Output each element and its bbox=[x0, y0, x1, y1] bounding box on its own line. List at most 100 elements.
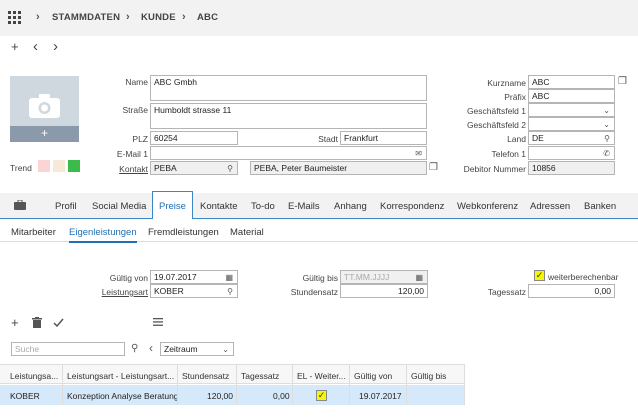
breadcrumb-item-stammdaten[interactable]: STAMMDATEN bbox=[52, 12, 120, 23]
col-header-leistungsart[interactable]: Leistungsa... bbox=[10, 371, 58, 381]
name-label: Name bbox=[125, 77, 148, 87]
calendar-icon[interactable]: ▦ bbox=[415, 272, 423, 283]
zeitraum-select[interactable]: Zeitraum ⌄ bbox=[160, 342, 234, 356]
col-header-leistungsart-name[interactable]: Leistungsart - Leistungsart... bbox=[67, 371, 174, 381]
col-header-gueltig-bis[interactable]: Gültig bis bbox=[411, 371, 446, 381]
telefon-field[interactable]: ✆ bbox=[528, 146, 615, 160]
search-icon[interactable]: ⚲ bbox=[227, 286, 233, 297]
tagessatz-label: Tagessatz bbox=[487, 287, 526, 297]
sub-tabs: Mitarbeiter Eigenleistungen Fremdleistun… bbox=[0, 220, 638, 243]
column-divider[interactable] bbox=[62, 364, 63, 405]
email-field[interactable]: ✉ bbox=[150, 146, 427, 160]
stundensatz-field[interactable]: 120,00 bbox=[340, 284, 428, 298]
name-field[interactable]: ABC Gmbh bbox=[150, 75, 427, 101]
column-divider[interactable] bbox=[177, 364, 178, 405]
gueltig-bis-label: Gültig bis bbox=[302, 273, 338, 283]
trash-icon[interactable] bbox=[32, 317, 42, 328]
kontakt-field[interactable]: PEBA ⚲ bbox=[150, 161, 238, 175]
chevron-left-icon[interactable]: ‹ bbox=[149, 341, 153, 355]
breadcrumb-item-abc: ABC bbox=[197, 12, 219, 23]
strasse-field[interactable]: Humboldt strasse 11 bbox=[150, 103, 427, 129]
briefcase-icon[interactable] bbox=[14, 199, 26, 213]
column-divider[interactable] bbox=[464, 364, 465, 405]
chevron-right-icon: › bbox=[126, 11, 130, 23]
subtab-fremdleistungen[interactable]: Fremdleistungen bbox=[148, 227, 219, 238]
stadt-field[interactable]: Frankfurt bbox=[340, 131, 427, 145]
tab-emails[interactable]: E-Mails bbox=[288, 201, 320, 212]
debitor-label: Debitor Nummer bbox=[463, 164, 526, 174]
cell-leistungsart: KOBER bbox=[10, 391, 40, 401]
forward-icon[interactable]: › bbox=[53, 38, 58, 55]
chevron-down-icon[interactable]: ⌄ bbox=[222, 344, 229, 355]
col-header-tagessatz[interactable]: Tagessatz bbox=[241, 371, 279, 381]
trend-label: Trend bbox=[10, 163, 32, 173]
chevron-down-icon[interactable]: ⌄ bbox=[603, 119, 610, 130]
geschaeftsfeld-2-label: Geschäftsfeld 2 bbox=[466, 120, 526, 130]
tab-preise[interactable]: Preise bbox=[152, 191, 193, 219]
gueltig-bis-field[interactable]: TT.MM.JJJJ ▦ bbox=[340, 270, 428, 284]
geschaeftsfeld-2-select[interactable]: ⌄ bbox=[528, 117, 615, 131]
column-divider[interactable] bbox=[349, 364, 350, 405]
gueltig-von-label: Gültig von bbox=[109, 273, 148, 283]
column-divider[interactable] bbox=[236, 364, 237, 405]
menu-icon[interactable] bbox=[153, 318, 163, 326]
phone-icon[interactable]: ✆ bbox=[603, 148, 610, 159]
tab-anhang[interactable]: Anhang bbox=[334, 201, 367, 212]
column-divider[interactable] bbox=[406, 364, 407, 405]
search-icon[interactable]: ⚲ bbox=[227, 163, 233, 174]
back-icon[interactable]: ‹ bbox=[33, 38, 38, 55]
tab-profil[interactable]: Profil bbox=[55, 201, 77, 212]
tab-kontakte[interactable]: Kontakte bbox=[200, 201, 238, 212]
envelope-icon[interactable]: ✉ bbox=[415, 148, 422, 159]
praefix-label: Präfix bbox=[504, 92, 526, 102]
tab-todo[interactable]: To-do bbox=[251, 201, 275, 212]
checkmark-icon[interactable] bbox=[53, 318, 64, 327]
tagessatz-field[interactable]: 0,00 bbox=[528, 284, 615, 298]
chevron-right-icon: › bbox=[182, 11, 186, 23]
geschaeftsfeld-1-label: Geschäftsfeld 1 bbox=[466, 106, 526, 116]
search-input[interactable]: Suche bbox=[11, 342, 125, 356]
cell-tagessatz: 0,00 bbox=[273, 391, 290, 401]
trend-green-indicator bbox=[68, 160, 80, 172]
col-header-el-weiter[interactable]: EL - Weiter... bbox=[297, 371, 346, 381]
column-divider[interactable] bbox=[292, 364, 293, 405]
leistungsart-field[interactable]: KOBER ⚲ bbox=[150, 284, 238, 298]
stadt-label: Stadt bbox=[318, 134, 338, 144]
table-header: Leistungsa... Leistungsart - Leistungsar… bbox=[0, 364, 465, 384]
tab-banken[interactable]: Banken bbox=[584, 201, 616, 212]
copy-icon[interactable]: ❐ bbox=[429, 162, 438, 173]
top-bar: › STAMMDATEN › KUNDE › ABC bbox=[0, 0, 638, 36]
add-icon[interactable]: + bbox=[11, 39, 19, 54]
tab-social-media[interactable]: Social Media bbox=[92, 201, 146, 212]
subtab-mitarbeiter[interactable]: Mitarbeiter bbox=[11, 227, 56, 238]
land-field[interactable]: DE ⚲ bbox=[528, 131, 615, 145]
weiterberechenbar-checkbox[interactable]: ✓ bbox=[534, 270, 545, 281]
tab-adressen[interactable]: Adressen bbox=[530, 201, 570, 212]
calendar-icon[interactable]: ▦ bbox=[225, 272, 233, 283]
tab-korrespondenz[interactable]: Korrespondenz bbox=[380, 201, 444, 212]
trend-orange-indicator bbox=[53, 160, 65, 172]
upload-photo-button[interactable]: + bbox=[10, 126, 79, 142]
col-header-stundensatz[interactable]: Stundensatz bbox=[182, 371, 229, 381]
search-icon[interactable]: ⚲ bbox=[131, 343, 138, 354]
chevron-down-icon[interactable]: ⌄ bbox=[603, 105, 610, 116]
add-icon[interactable]: + bbox=[11, 315, 19, 330]
praefix-field[interactable]: ABC bbox=[528, 89, 615, 103]
land-label: Land bbox=[507, 134, 526, 144]
kontakt-link[interactable]: Kontakt bbox=[100, 164, 148, 174]
app-grid-icon[interactable] bbox=[8, 11, 21, 24]
geschaeftsfeld-1-select[interactable]: ⌄ bbox=[528, 103, 615, 117]
col-header-gueltig-von[interactable]: Gültig von bbox=[354, 371, 392, 381]
gueltig-von-field[interactable]: 19.07.2017 ▦ bbox=[150, 270, 238, 284]
plz-field[interactable]: 60254 bbox=[150, 131, 238, 145]
search-icon[interactable]: ⚲ bbox=[604, 133, 610, 144]
breadcrumb-item-kunde[interactable]: KUNDE bbox=[141, 12, 176, 23]
table-row[interactable]: KOBER Konzeption Analyse Beratung 120,00… bbox=[0, 385, 465, 405]
subtab-material[interactable]: Material bbox=[230, 227, 264, 238]
subtab-eigenleistungen[interactable]: Eigenleistungen bbox=[69, 227, 137, 243]
tab-webkonferenz[interactable]: Webkonferenz bbox=[457, 201, 518, 212]
leistungsart-link[interactable]: Leistungsart bbox=[90, 287, 148, 297]
kontakt-name-field: PEBA, Peter Baumeister bbox=[250, 161, 427, 175]
copy-icon[interactable]: ❐ bbox=[618, 76, 627, 87]
kurzname-field[interactable]: ABC bbox=[528, 75, 615, 89]
